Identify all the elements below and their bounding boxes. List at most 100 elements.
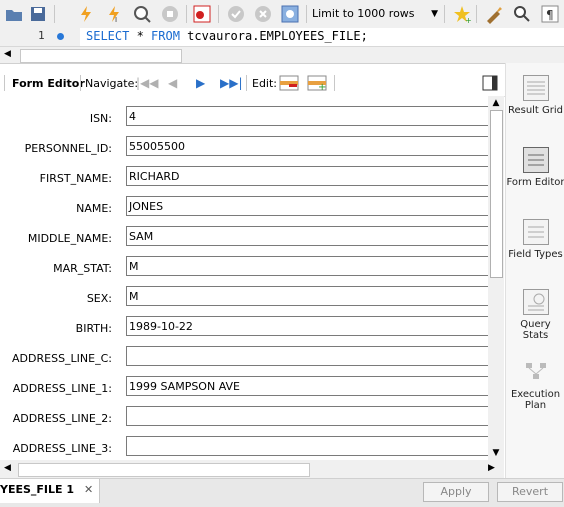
field-types-button[interactable]: Field Types [506,219,564,260]
delete-row-icon[interactable] [279,74,299,95]
svg-text:I: I [115,16,117,24]
sql-table: tcvaurora.EMPLOYEES_FILE; [179,29,368,43]
last-record-icon[interactable]: ▶▶| [220,76,243,90]
form-row: ADDRESS_LINE_2: [0,404,488,434]
svg-text:+: + [465,16,472,24]
save-icon[interactable] [28,4,48,24]
execution-plan-button[interactable]: Execution Plan [506,359,564,411]
editor-horizontal-scrollbar[interactable]: ◀ [0,47,564,64]
form-editor-label: Form Editor [12,77,85,90]
result-tab-label: YEES_FILE 1 [0,483,75,496]
field-value-input[interactable]: 1999 SAMPSON AVE [126,376,488,396]
form-row: PERSONNEL_ID: 55005500 [0,134,488,164]
field-value-input[interactable]: 1989-10-22 [126,316,488,336]
toolbar-separator [186,5,187,23]
scroll-right-icon[interactable]: ▶ [488,463,495,473]
result-grid-button[interactable]: Result Grid [506,75,564,116]
form-editor-button[interactable]: Form Editor [506,147,564,188]
sql-keyword-from: FROM [151,29,180,43]
form-row: MIDDLE_NAME: SAM [0,224,488,254]
form-row: BIRTH: 1989-10-22 [0,314,488,344]
navigate-label: Navigate: [85,77,139,90]
form-editor-icon [522,147,549,173]
query-stats-icon [522,289,549,315]
query-toolbar: I Limit to 1000 rows ▼ + ¶ [0,0,564,29]
scroll-left-icon[interactable]: ◀ [4,463,11,473]
sql-editor[interactable]: 1 SELECT * FROM tcvaurora.EMPLOYEES_FILE… [0,28,564,47]
next-record-icon[interactable]: ▶ [196,76,205,90]
query-stats-label: Query Stats [520,319,551,341]
sql-star: * [129,29,152,43]
form-row: ADDRESS_LINE_3: [0,434,488,460]
commit-icon[interactable] [226,4,246,24]
result-grid-icon [522,75,549,101]
beautify-icon[interactable] [484,4,504,24]
field-label: ISN: [89,112,112,125]
toolbar-separator [306,5,307,23]
chevron-down-icon: ▼ [431,9,438,19]
scrollbar-thumb[interactable] [20,49,182,63]
field-value-input[interactable]: SAM [126,226,488,246]
limit-dropdown[interactable]: Limit to 1000 rows ▼ [312,5,440,23]
toggle-panel-icon[interactable] [482,75,498,94]
execute-icon[interactable] [76,4,96,24]
open-folder-icon[interactable] [4,4,24,24]
scroll-down-icon[interactable]: ▼ [488,446,504,460]
toolbar-separator [54,5,55,23]
explain-icon[interactable] [132,4,152,24]
sql-statement[interactable]: SELECT * FROM tcvaurora.EMPLOYEES_FILE; [86,29,368,43]
scrollbar-thumb[interactable] [18,463,310,477]
field-value-input[interactable] [126,406,488,426]
field-label: MAR_STAT: [53,262,112,275]
autocommit-icon[interactable] [280,4,300,24]
result-tab-bar: YEES_FILE 1 ✕ Apply Revert [0,478,564,507]
scroll-up-icon[interactable]: ▲ [488,96,504,110]
form-vertical-scrollbar[interactable]: ▲ ▼ [488,96,504,460]
toolbar-separator [476,5,477,23]
field-value-input[interactable]: M [126,286,488,306]
invisible-chars-icon[interactable]: ¶ [540,4,560,24]
close-icon[interactable]: ✕ [84,479,93,501]
query-stats-button[interactable]: Query Stats [506,289,564,341]
result-tab[interactable]: YEES_FILE 1 ✕ [0,479,100,503]
field-value-input[interactable]: 55005500 [126,136,488,156]
field-types-label: Field Types [508,249,563,260]
scrollbar-thumb[interactable] [490,110,503,278]
field-value-input[interactable] [126,346,488,366]
toolbar-separator [334,75,335,91]
field-value-input[interactable]: M [126,256,488,276]
form-row: NAME: JONES [0,194,488,224]
field-value-input[interactable]: JONES [126,196,488,216]
edit-label: Edit: [252,77,278,90]
form-row: MAR_STAT: M [0,254,488,284]
revert-button[interactable]: Revert [497,482,563,502]
first-record-icon[interactable]: |◀◀ [136,76,159,90]
field-value-input[interactable] [126,436,488,456]
form-horizontal-scrollbar[interactable]: ◀ ▶ [0,460,504,478]
apply-button[interactable]: Apply [423,482,489,502]
bookmark-icon[interactable]: + [452,4,472,25]
form-row: SEX: M [0,284,488,314]
find-icon[interactable] [512,4,532,24]
previous-record-icon[interactable]: ◀ [168,76,177,90]
form-editor-label: Form Editor [506,177,564,188]
execution-plan-icon [523,359,549,385]
field-types-icon [522,219,549,245]
form-row: FIRST_NAME: RICHARD [0,164,488,194]
add-row-icon[interactable]: + [307,74,327,95]
execute-current-icon[interactable]: I [104,4,124,24]
toggle-continue-icon[interactable] [192,4,212,24]
toolbar-separator [218,5,219,23]
field-label: SEX: [86,292,112,305]
field-value-input[interactable]: RICHARD [126,166,488,186]
stop-icon[interactable] [160,4,180,24]
form-row: ADDRESS_LINE_C: [0,344,488,374]
form-row: ISN: 4 [0,104,488,134]
field-value-input[interactable]: 4 [126,106,488,126]
field-label: FIRST_NAME: [39,172,112,185]
result-view-panel: Result Grid Form Editor Field Types Quer… [505,63,564,483]
field-label: MIDDLE_NAME: [27,232,112,245]
rollback-icon[interactable] [253,4,273,24]
scroll-left-icon[interactable]: ◀ [4,49,11,59]
field-label: ADDRESS_LINE_2: [12,412,112,425]
